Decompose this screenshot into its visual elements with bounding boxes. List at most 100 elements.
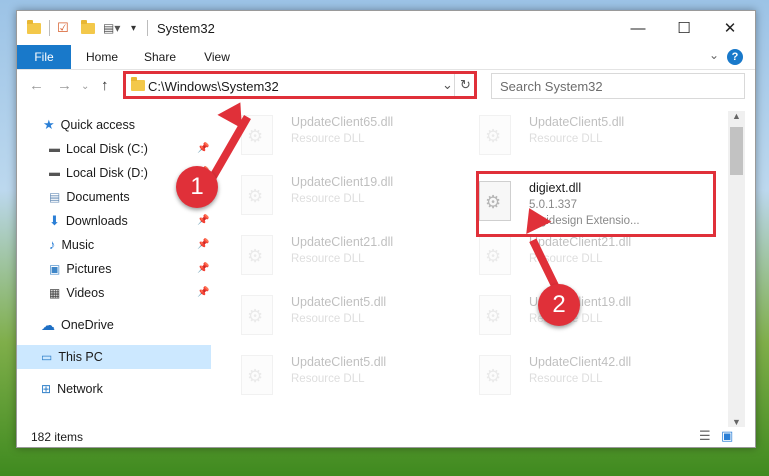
documents-icon: ▤ xyxy=(49,190,61,204)
sidebar-item-local-disk-d[interactable]: ▬ Local Disk (D:) xyxy=(49,161,148,185)
sidebar-item-label: Pictures xyxy=(66,262,112,276)
recent-locations-icon[interactable]: ⌄ xyxy=(81,81,89,92)
quick-access-dropdown-icon[interactable]: ▾ xyxy=(131,19,136,37)
file-type: Resource DLL xyxy=(529,373,603,385)
file-name: UpdateClient5.dll xyxy=(529,115,625,129)
file-type: Resource DLL xyxy=(291,313,365,325)
pin-icon[interactable]: 📌 xyxy=(197,143,209,154)
star-icon: ★ xyxy=(43,117,55,132)
sidebar-item-onedrive[interactable]: ☁ OneDrive xyxy=(41,313,114,337)
search-placeholder: Search System32 xyxy=(500,79,603,94)
sidebar-item-label: Videos xyxy=(66,286,105,300)
details-view-icon[interactable]: ☰ xyxy=(699,428,711,444)
tab-file[interactable]: File xyxy=(17,45,71,69)
sidebar-item-label: Downloads xyxy=(65,214,128,228)
sidebar-item-network[interactable]: ⊞ Network xyxy=(41,377,103,401)
pictures-icon: ▣ xyxy=(49,262,61,276)
sidebar-item-label: OneDrive xyxy=(61,318,114,332)
sidebar-item-local-disk-c[interactable]: ▬ Local Disk (C:) xyxy=(49,137,148,161)
drive-icon: ▬ xyxy=(49,143,60,155)
sidebar-item-label: Local Disk (D:) xyxy=(66,166,148,180)
file-name: UpdateClient5.dll xyxy=(291,355,387,369)
status-bar: 182 items ☰ ▣ xyxy=(17,425,755,447)
separator xyxy=(49,20,50,36)
navigation-bar: ← → ⌄ ↑ C:\Windows\System32 ⌄ ↻ Search S… xyxy=(17,69,755,103)
separator xyxy=(147,20,148,36)
file-type: Resource DLL xyxy=(291,373,365,385)
file-item[interactable]: UpdateClient21.dll Resource DLL xyxy=(479,231,699,291)
vertical-scrollbar[interactable]: ▲ ▼ xyxy=(728,111,745,427)
close-button[interactable]: ✕ xyxy=(707,11,753,45)
scrollbar-thumb[interactable] xyxy=(730,127,743,175)
title-bar: ☑ ▤▾ ▾ System32 — ☐ ✕ xyxy=(17,11,755,45)
pin-icon[interactable]: 📌 xyxy=(197,287,209,298)
file-item[interactable]: UpdateClient21.dll Resource DLL xyxy=(241,231,461,291)
pin-icon[interactable]: 📌 xyxy=(197,263,209,274)
customize-icon[interactable]: ▤▾ xyxy=(103,19,120,37)
file-item[interactable]: UpdateClient19.dll Resource DLL xyxy=(241,171,461,231)
sidebar-item-label: This PC xyxy=(58,350,103,364)
sidebar-item-label: Network xyxy=(57,382,103,396)
file-item[interactable]: UpdateClient5.dll Resource DLL xyxy=(479,111,699,171)
videos-icon: ▦ xyxy=(49,286,61,300)
sidebar-item-label: Music xyxy=(61,238,95,252)
file-item[interactable]: UpdateClient19.dll Resource DLL xyxy=(479,291,699,351)
explorer-window: ☑ ▤▾ ▾ System32 — ☐ ✕ File Home Share Vi… xyxy=(16,10,756,448)
search-input[interactable]: Search System32 xyxy=(491,73,745,99)
sidebar-item-label: Documents xyxy=(66,190,130,204)
sidebar-item-documents[interactable]: ▤ Documents xyxy=(49,185,130,209)
up-icon[interactable]: ↑ xyxy=(101,77,109,94)
sidebar-item-music[interactable]: ♪ Music xyxy=(49,233,94,257)
sidebar-item-label: Quick access xyxy=(60,118,135,132)
drive-icon: ▬ xyxy=(49,167,60,179)
tab-view[interactable]: View xyxy=(195,45,239,69)
expand-ribbon-icon[interactable]: ⌄ xyxy=(709,48,719,62)
file-highlight-box xyxy=(476,171,716,237)
large-icons-view-icon[interactable]: ▣ xyxy=(721,428,733,444)
minimize-button[interactable]: — xyxy=(615,11,661,45)
file-item[interactable]: UpdateClient42.dll Resource DLL xyxy=(479,351,699,411)
dll-file-icon xyxy=(241,175,273,215)
file-type: Resource DLL xyxy=(291,193,365,205)
file-name: UpdateClient5.dll xyxy=(291,295,387,309)
new-folder-icon[interactable] xyxy=(81,19,95,37)
scroll-up-icon[interactable]: ▲ xyxy=(732,111,741,121)
file-name: UpdateClient21.dll xyxy=(291,235,394,249)
window-title: System32 xyxy=(157,21,215,36)
help-icon[interactable]: ? xyxy=(727,49,743,65)
dll-file-icon xyxy=(241,355,273,395)
download-icon: ⬇ xyxy=(49,213,60,228)
file-type: Resource DLL xyxy=(291,133,365,145)
pin-icon[interactable]: 📌 xyxy=(197,215,209,226)
file-item[interactable]: UpdateClient5.dll Resource DLL xyxy=(241,291,461,351)
maximize-button[interactable]: ☐ xyxy=(661,11,707,45)
forward-icon[interactable]: → xyxy=(57,77,72,94)
network-icon: ⊞ xyxy=(41,382,52,396)
sidebar-item-quick-access[interactable]: ★ Quick access xyxy=(43,113,135,137)
file-item[interactable]: UpdateClient5.dll Resource DLL xyxy=(241,351,461,411)
dll-file-icon xyxy=(479,115,511,155)
dll-file-icon xyxy=(241,295,273,335)
sidebar-item-pictures[interactable]: ▣ Pictures xyxy=(49,257,112,281)
file-name: UpdateClient42.dll xyxy=(529,355,632,369)
navigation-pane: ★ Quick access ▬ Local Disk (C:) 📌 ▬ Loc… xyxy=(17,109,211,409)
back-icon[interactable]: ← xyxy=(29,77,44,94)
dll-file-icon xyxy=(479,295,511,335)
file-type: Resource DLL xyxy=(529,133,603,145)
music-icon: ♪ xyxy=(49,237,56,252)
dll-file-icon xyxy=(241,235,273,275)
sidebar-item-videos[interactable]: ▦ Videos xyxy=(49,281,104,305)
computer-icon: ▭ xyxy=(41,350,53,364)
sidebar-item-this-pc[interactable]: ▭ This PC xyxy=(17,345,211,369)
properties-icon[interactable]: ☑ xyxy=(57,19,69,37)
callout-2: 2 xyxy=(538,284,580,326)
file-item[interactable]: UpdateClient65.dll Resource DLL xyxy=(241,111,461,171)
cloud-icon: ☁ xyxy=(41,317,55,333)
file-list: UpdateClient65.dll Resource DLL UpdateCl… xyxy=(227,107,727,427)
sidebar-item-downloads[interactable]: ⬇ Downloads xyxy=(49,209,128,233)
item-count: 182 items xyxy=(31,430,84,444)
address-highlight-box xyxy=(123,71,477,99)
tab-share[interactable]: Share xyxy=(137,45,183,69)
tab-home[interactable]: Home xyxy=(77,45,127,69)
pin-icon[interactable]: 📌 xyxy=(197,239,209,250)
